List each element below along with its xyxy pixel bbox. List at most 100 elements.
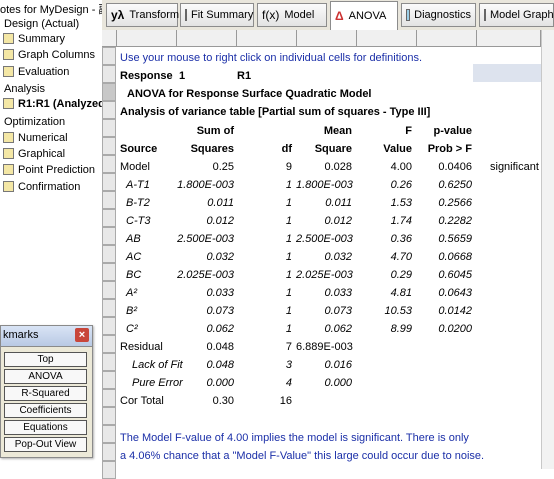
tree-item-r1-r1-analyzed[interactable]: R1:R1 (Analyzed) [3,98,102,110]
mean-square-cell[interactable]: 0.062 [296,323,352,335]
row-header[interactable] [102,461,116,479]
tree-item-point-prediction[interactable]: Point Prediction [3,164,95,176]
sum-squares-cell[interactable]: 1.800E-003 [176,179,234,191]
f-value-cell[interactable]: 10.53 [356,305,412,317]
row-header[interactable] [102,209,116,227]
source-cell[interactable]: B² [126,305,137,317]
tree-item-graphical[interactable]: Graphical [3,148,65,160]
df-cell[interactable]: 1 [236,287,292,299]
row-header[interactable] [102,281,116,299]
vertical-scrollbar[interactable] [541,30,554,469]
source-cell[interactable]: Residual [120,341,163,353]
p-value-cell[interactable]: 0.0142 [416,305,472,317]
source-cell[interactable]: A-T1 [126,179,150,191]
source-cell[interactable]: AB [126,233,141,245]
sum-squares-cell[interactable]: 0.073 [176,305,234,317]
row-header[interactable] [102,137,116,155]
tree-item-design-actual[interactable]: Design (Actual) [4,18,79,30]
bookmark-r-squared-button[interactable]: R-Squared [4,386,87,401]
p-value-cell[interactable]: 0.2282 [416,215,472,227]
row-header[interactable] [102,119,116,137]
df-cell[interactable]: 1 [236,323,292,335]
p-value-cell[interactable]: 0.0643 [416,287,472,299]
f-value-cell[interactable]: 1.53 [356,197,412,209]
mean-square-cell[interactable]: 0.028 [296,161,352,173]
f-value-cell[interactable]: 0.29 [356,269,412,281]
source-cell[interactable]: A² [126,287,137,299]
sum-squares-cell[interactable]: 0.25 [176,161,234,173]
df-cell[interactable]: 1 [236,215,292,227]
mean-square-cell[interactable]: 2.500E-003 [296,233,353,245]
significance-cell[interactable]: significant [490,161,539,173]
bookmarks-title-bar[interactable]: kmarks × [1,326,92,347]
df-cell[interactable]: 9 [236,161,292,173]
tree-item-evaluation[interactable]: Evaluation [3,66,69,78]
row-header[interactable] [102,227,116,245]
anova-report-grid[interactable]: Use your mouse to right click on individ… [102,30,554,479]
tree-item-numerical[interactable]: Numerical [3,132,68,144]
p-value-cell[interactable]: 0.0406 [416,161,472,173]
f-value-cell[interactable]: 0.26 [356,179,412,191]
source-cell[interactable]: C² [126,323,138,335]
row-header[interactable] [102,65,116,83]
tree-item-summary[interactable]: Summary [3,33,65,45]
mean-square-cell[interactable]: 0.011 [296,197,352,209]
mean-square-cell[interactable]: 2.025E-003 [296,269,353,281]
row-header[interactable] [102,155,116,173]
source-cell[interactable]: B-T2 [126,197,150,209]
f-value-cell[interactable]: 4.70 [356,251,412,263]
sum-squares-cell[interactable]: 2.025E-003 [176,269,234,281]
source-cell[interactable]: Model [120,161,150,173]
sum-squares-cell[interactable]: 0.048 [176,359,234,371]
selected-cell[interactable] [473,64,545,82]
f-value-cell[interactable]: 4.81 [356,287,412,299]
p-value-cell[interactable]: 0.6250 [416,179,472,191]
row-header[interactable] [102,371,116,389]
row-header[interactable] [102,263,116,281]
sum-squares-cell[interactable]: 0.011 [176,197,234,209]
row-header[interactable] [102,407,116,425]
df-cell[interactable]: 1 [236,251,292,263]
row-header[interactable] [102,191,116,209]
sum-squares-cell[interactable]: 0.048 [176,341,234,353]
df-cell[interactable]: 1 [236,269,292,281]
row-header[interactable] [102,443,116,461]
sum-squares-cell[interactable]: 0.000 [176,377,234,389]
row-header[interactable] [102,353,116,371]
df-cell[interactable]: 3 [236,359,292,371]
source-cell[interactable]: AC [126,251,141,263]
sum-squares-cell[interactable]: 0.032 [176,251,234,263]
row-header[interactable] [102,389,116,407]
p-value-cell[interactable]: 0.0668 [416,251,472,263]
df-cell[interactable]: 1 [236,179,292,191]
f-value-cell[interactable]: 0.36 [356,233,412,245]
p-value-cell[interactable]: 0.5659 [416,233,472,245]
mean-square-cell[interactable]: 0.073 [296,305,352,317]
row-header[interactable] [102,101,116,119]
df-cell[interactable]: 4 [236,377,292,389]
sum-squares-cell[interactable]: 0.062 [176,323,234,335]
bookmark-equations-button[interactable]: Equations [4,420,87,435]
mean-square-cell[interactable]: 0.033 [296,287,352,299]
sum-squares-cell[interactable]: 0.012 [176,215,234,227]
df-cell[interactable]: 1 [236,197,292,209]
df-cell[interactable]: 1 [236,233,292,245]
tree-item-graph-columns[interactable]: Graph Columns [3,49,95,61]
close-icon[interactable]: × [75,328,89,342]
row-header[interactable] [102,47,116,65]
tab-anova[interactable]: Δ ANOVA [330,1,398,30]
df-cell[interactable]: 16 [236,395,292,407]
df-cell[interactable]: 7 [236,341,292,353]
p-value-cell[interactable]: 0.2566 [416,197,472,209]
tab-transform[interactable]: yλ Transform [106,3,179,27]
bookmark-pop-out-view-button[interactable]: Pop-Out View [4,437,87,452]
tab-model[interactable]: f(x) Model [257,3,327,27]
row-header[interactable] [102,317,116,335]
tab-diagnostics[interactable]: Diagnostics [401,3,476,27]
row-header[interactable] [102,173,116,191]
sum-squares-cell[interactable]: 0.30 [176,395,234,407]
row-header[interactable] [102,299,116,317]
mean-square-cell[interactable]: 1.800E-003 [296,179,353,191]
source-cell[interactable]: Cor Total [120,395,164,407]
tab-fit-summary[interactable]: Fit Summary [180,3,254,27]
